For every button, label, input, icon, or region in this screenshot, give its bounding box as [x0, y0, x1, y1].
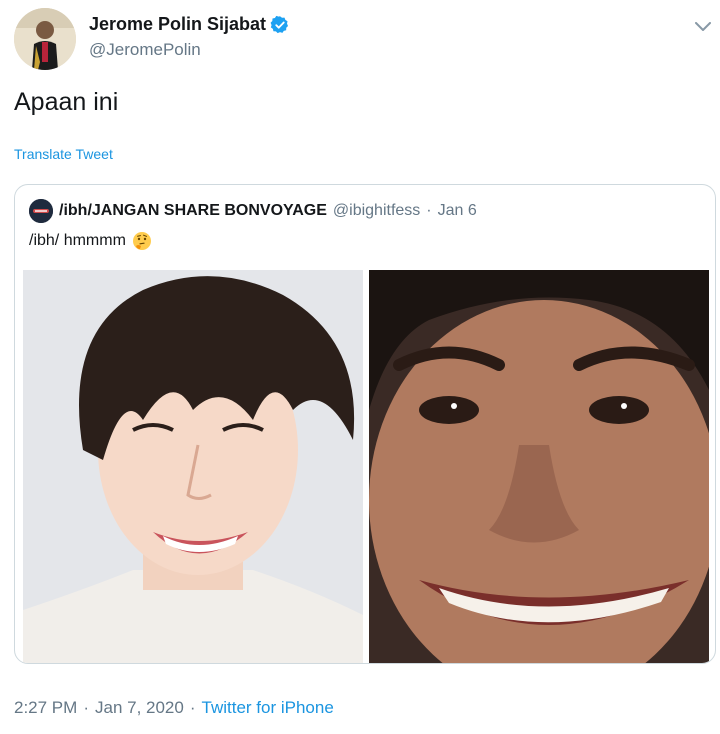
- author-avatar[interactable]: [14, 8, 76, 70]
- quoted-tweet[interactable]: /ibh/JANGAN SHARE BONVOYAGE @ibighitfess…: [14, 184, 716, 664]
- meta-separator: ·: [189, 698, 196, 717]
- quoted-text-row: /ibh/ hmmmm: [29, 231, 152, 251]
- quoted-tweet-header: /ibh/JANGAN SHARE BONVOYAGE @ibighitfess…: [29, 199, 477, 223]
- media-photo-right[interactable]: [369, 270, 709, 663]
- quoted-author-avatar: [29, 199, 53, 223]
- tweet-date[interactable]: Jan 7, 2020: [95, 698, 184, 718]
- thinking-face-icon: [132, 231, 152, 251]
- meta-separator: ·: [83, 698, 89, 717]
- author-name-row: Jerome Polin Sijabat: [89, 14, 290, 35]
- tweet-card: Jerome Polin Sijabat @JeromePolin Apaan …: [0, 0, 720, 734]
- author-display-name[interactable]: Jerome Polin Sijabat: [89, 14, 266, 35]
- media-photo-left[interactable]: [23, 270, 363, 663]
- portrait-photo-left: [23, 270, 363, 663]
- tweet-time[interactable]: 2:27 PM: [14, 698, 77, 718]
- tweet-source-link[interactable]: Twitter for iPhone: [202, 698, 334, 718]
- quoted-handle: @ibighitfess: [332, 202, 421, 219]
- quoted-date: Jan 6: [437, 202, 477, 219]
- portrait-photo-right: [369, 270, 709, 663]
- verified-badge-icon: [270, 15, 290, 35]
- tweet-text: Apaan ini: [14, 88, 119, 116]
- avatar-photo: [14, 8, 76, 70]
- quoted-text: /ibh/ hmmmm: [29, 232, 126, 249]
- quoted-display-name: /ibh/JANGAN SHARE BONVOYAGE: [59, 202, 327, 219]
- translate-tweet-link[interactable]: Translate Tweet: [14, 146, 113, 162]
- chevron-down-icon[interactable]: [692, 16, 714, 38]
- quoted-media-grid: [23, 270, 709, 663]
- author-handle[interactable]: @JeromePolin: [89, 40, 201, 60]
- quoted-separator: ·: [426, 202, 432, 219]
- tweet-meta: 2:27 PM · Jan 7, 2020 · Twitter for iPho…: [14, 698, 334, 718]
